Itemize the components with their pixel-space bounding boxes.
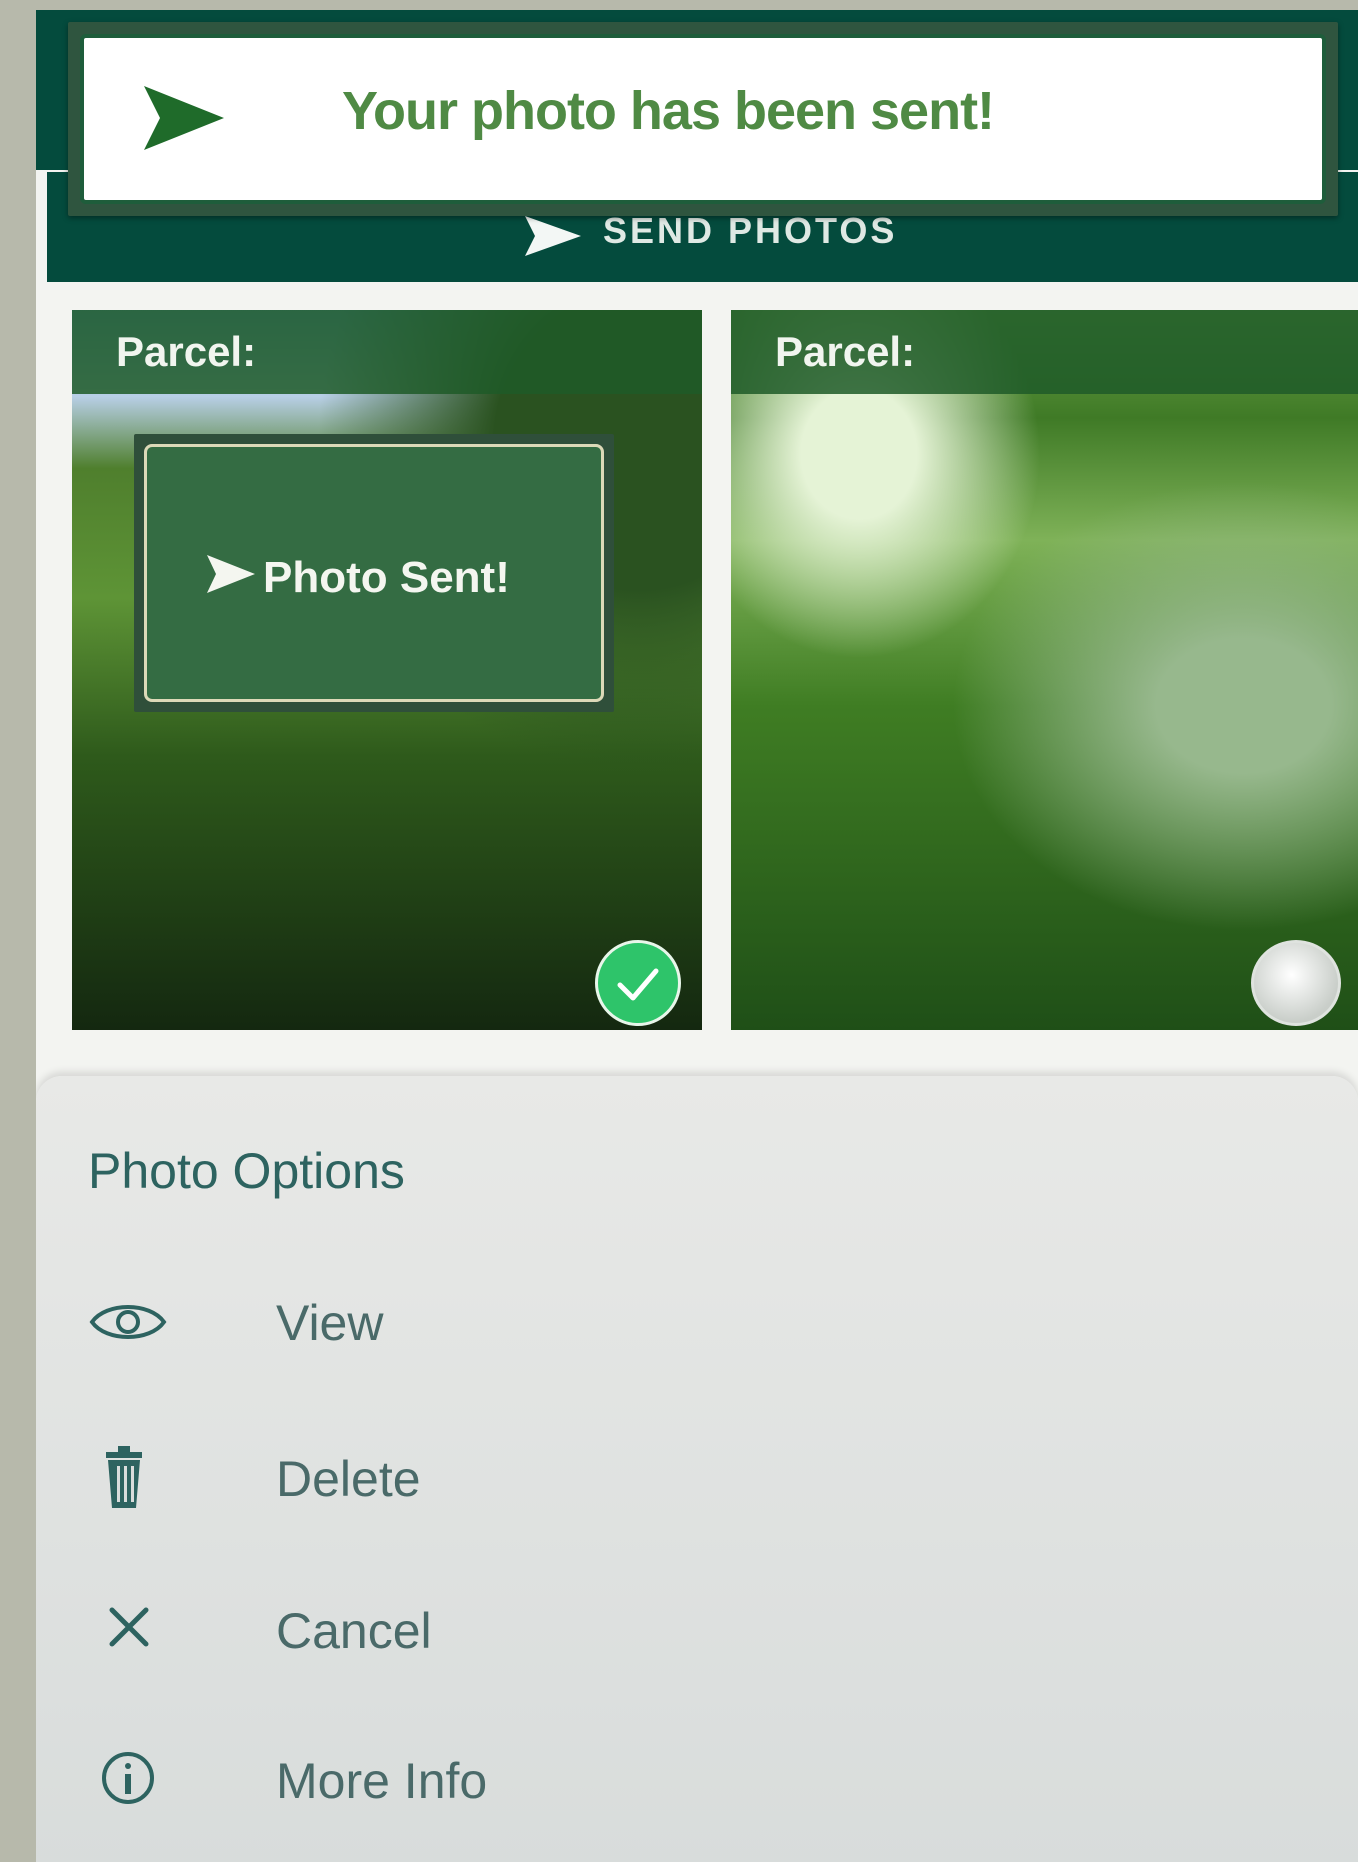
option-cancel[interactable]: Cancel bbox=[36, 1570, 1358, 1690]
option-label: Cancel bbox=[276, 1603, 432, 1659]
option-more-info[interactable]: More Info bbox=[36, 1720, 1358, 1840]
photo-thumbnail[interactable] bbox=[731, 310, 1358, 1030]
send-icon bbox=[525, 216, 581, 256]
send-icon bbox=[207, 555, 255, 593]
close-icon bbox=[109, 1607, 149, 1647]
photo-card[interactable]: Parcel: Photo Sent! bbox=[72, 310, 702, 1030]
toast-message: Your photo has been sent! bbox=[342, 81, 995, 141]
info-icon bbox=[102, 1752, 154, 1804]
option-label: View bbox=[276, 1295, 384, 1351]
check-icon bbox=[617, 968, 659, 1001]
photo-sent-overlay: Photo Sent! bbox=[134, 434, 614, 712]
option-label: More Info bbox=[276, 1753, 488, 1809]
trash-icon bbox=[106, 1446, 142, 1508]
send-icon bbox=[144, 86, 224, 150]
photo-card[interactable]: Parcel: bbox=[731, 310, 1358, 1030]
photo-options-sheet: Photo Options View Delete Cancel More In… bbox=[36, 1076, 1358, 1862]
parcel-label: Parcel: bbox=[775, 328, 916, 375]
parcel-label-bar: Parcel: bbox=[72, 310, 702, 394]
option-delete[interactable]: Delete bbox=[36, 1418, 1358, 1538]
selection-checkbox[interactable] bbox=[1251, 940, 1341, 1026]
toast-notification: Your photo has been sent! bbox=[68, 22, 1338, 216]
eye-icon bbox=[89, 1305, 167, 1339]
photo-sent-text: Photo Sent! bbox=[263, 553, 510, 602]
parcel-label-bar: Parcel: bbox=[731, 310, 1358, 394]
parcel-label: Parcel: bbox=[116, 328, 257, 375]
sheet-title: Photo Options bbox=[88, 1143, 405, 1199]
selection-checkbox[interactable] bbox=[595, 940, 681, 1026]
option-label: Delete bbox=[276, 1451, 421, 1507]
app-screen: SEND PHOTOS Your photo has been sent! Pa… bbox=[36, 10, 1358, 1862]
option-view[interactable]: View bbox=[36, 1262, 1358, 1382]
send-photos-label: SEND PHOTOS bbox=[603, 210, 898, 251]
